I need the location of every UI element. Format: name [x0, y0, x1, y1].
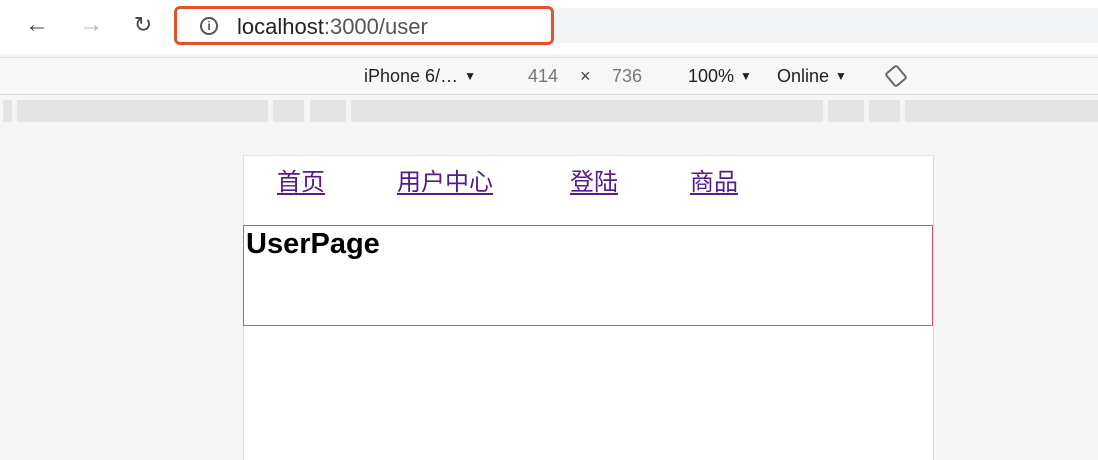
media-query-bar[interactable] [310, 100, 346, 122]
media-query-bar[interactable] [3, 100, 12, 122]
zoom-select-label: 100% [688, 66, 735, 86]
user-page-container: UserPage [243, 225, 933, 326]
media-query-bar[interactable] [828, 100, 864, 122]
caret-down-icon: ▼ [464, 69, 476, 83]
dimension-separator: × [580, 66, 591, 86]
address-bar[interactable]: i localhost:3000/user [174, 6, 554, 45]
browser-toolbar: ← → ↻ i localhost:3000/user [0, 0, 1098, 54]
media-query-bar[interactable] [273, 100, 304, 122]
device-viewport: 首页 用户中心 登陆 商品 UserPage [243, 155, 934, 460]
media-query-bar[interactable] [351, 100, 823, 122]
height-input[interactable]: 736 [612, 66, 642, 87]
page-title: UserPage [246, 228, 380, 260]
address-bar-background [554, 8, 1098, 43]
nav-link-home[interactable]: 首页 [277, 162, 325, 197]
nav-link-products[interactable]: 商品 [690, 162, 738, 197]
forward-arrow-icon[interactable]: → [78, 11, 104, 38]
media-query-bar[interactable] [905, 100, 1098, 122]
info-icon[interactable]: i [200, 17, 218, 35]
network-throttle-select[interactable]: Online ▼ [777, 66, 847, 87]
caret-down-icon: ▼ [740, 69, 752, 83]
rotate-icon[interactable] [884, 63, 908, 89]
nav-link-login[interactable]: 登陆 [570, 162, 618, 197]
network-select-label: Online [777, 66, 830, 86]
url-text[interactable]: localhost:3000/user [237, 14, 428, 40]
media-query-bar[interactable] [17, 100, 268, 122]
media-query-bar[interactable] [869, 100, 900, 122]
device-select-label: iPhone 6/… [364, 66, 459, 86]
url-path: :3000/user [323, 14, 428, 39]
device-toolbar: iPhone 6/… ▼ 414 × 736 100% ▼ Online ▼ [0, 57, 1098, 95]
width-input[interactable]: 414 [528, 66, 558, 87]
url-host: localhost [237, 14, 324, 39]
back-arrow-icon[interactable]: ← [24, 11, 50, 38]
device-select[interactable]: iPhone 6/… ▼ [364, 66, 476, 87]
caret-down-icon: ▼ [835, 69, 847, 83]
zoom-select[interactable]: 100% ▼ [688, 66, 752, 87]
nav-link-user-center[interactable]: 用户中心 [397, 162, 493, 197]
reload-icon[interactable]: ↻ [130, 12, 156, 38]
